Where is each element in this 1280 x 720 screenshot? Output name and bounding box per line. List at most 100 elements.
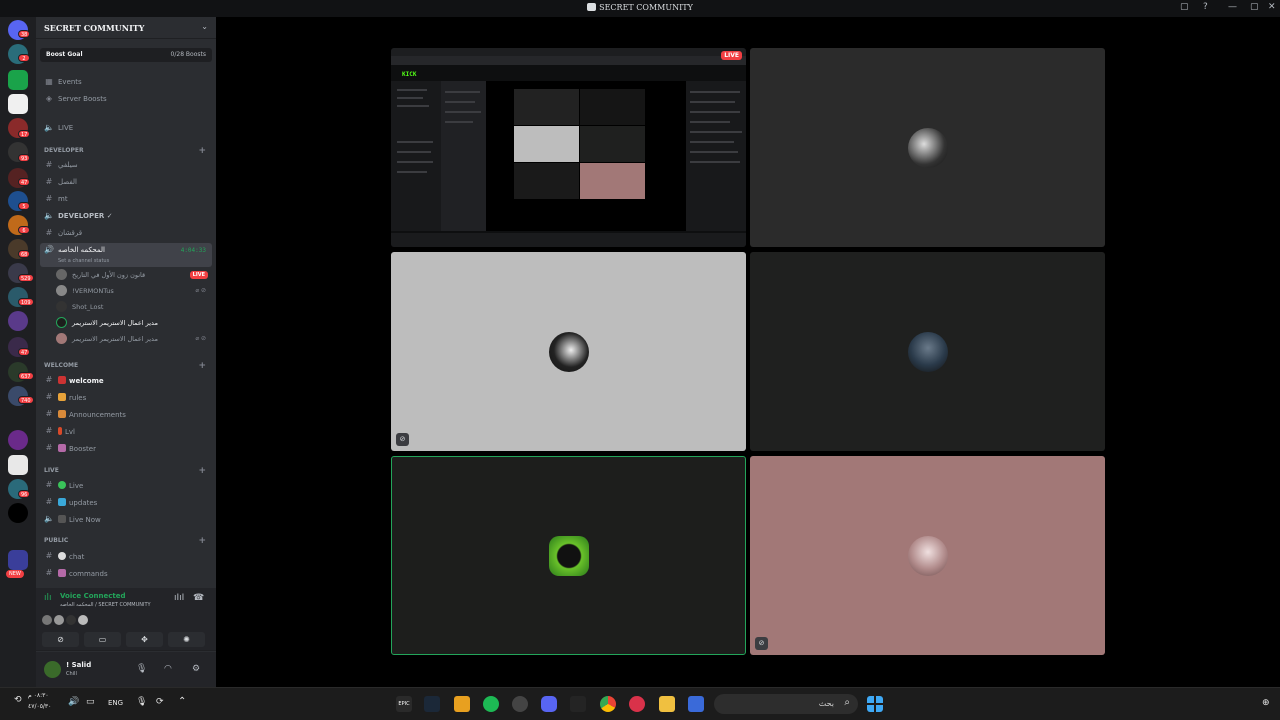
server-boosts-link[interactable]: ◈ Server Boosts xyxy=(40,92,212,107)
events-link[interactable]: ▦ Events xyxy=(40,75,212,90)
channel-label: LIVE xyxy=(58,124,74,132)
add-channel-icon[interactable]: + xyxy=(198,536,206,546)
taskbar-search[interactable]: بحث ⌕ xyxy=(714,694,858,714)
category-live[interactable]: LIVE + xyxy=(40,464,212,479)
channel-dev-1[interactable]: # سيلفي xyxy=(40,158,212,173)
boost-goal-bar[interactable]: Boost Goal 0/28 Boosts xyxy=(40,48,212,62)
category-developer[interactable]: DEVELOPER + xyxy=(40,144,212,159)
help-icon[interactable]: ? xyxy=(1203,2,1208,12)
sync-icon[interactable]: ⟳ xyxy=(156,697,164,707)
channel-booster[interactable]: # Booster xyxy=(40,441,212,456)
signal-icon[interactable]: ılı xyxy=(44,593,52,603)
gem-emoji-icon xyxy=(58,444,66,452)
network-icon[interactable]: ⟲ xyxy=(14,695,22,705)
server-icon-kick[interactable] xyxy=(8,70,28,90)
category-public[interactable]: PUBLIC + xyxy=(40,534,212,549)
channel-rules[interactable]: # rules xyxy=(40,390,212,405)
avatar[interactable] xyxy=(78,615,88,625)
avatar[interactable] xyxy=(66,615,76,625)
channel-dev-4[interactable]: 🔈 DEVELOPER ✓ xyxy=(40,209,212,224)
channel-updates[interactable]: # updates xyxy=(40,495,212,510)
channel-dev-5[interactable]: # قرقشان xyxy=(40,226,212,241)
category-welcome[interactable]: welcome + xyxy=(40,359,212,374)
windows-start-icon[interactable] xyxy=(867,696,883,712)
user-avatar[interactable] xyxy=(44,661,61,678)
channel-live[interactable]: 🔈 LIVE xyxy=(40,121,212,136)
screen-share-button[interactable]: ▭ xyxy=(84,632,121,647)
display-icon[interactable]: ▭ xyxy=(86,697,95,707)
noise-suppression-icon[interactable]: ıIıI xyxy=(174,593,184,603)
server-icon[interactable] xyxy=(8,311,28,331)
soundboard-button[interactable]: ✺ xyxy=(168,632,205,647)
activities-button[interactable]: ✥ xyxy=(126,632,163,647)
clock-time[interactable]: ٠٨:٣٠ م xyxy=(28,692,49,699)
channel-dev-2[interactable]: # الفصل xyxy=(40,175,212,190)
microphone-tray-icon[interactable]: 🎙 xyxy=(136,697,147,707)
voice-connected-label[interactable]: Voice Connected xyxy=(60,592,126,600)
server-icon[interactable] xyxy=(8,94,28,114)
server-icon[interactable] xyxy=(8,503,28,523)
disconnect-icon[interactable]: ☎ xyxy=(193,593,204,603)
settings-gear-icon[interactable]: ⚙ xyxy=(192,664,200,674)
chrome-icon[interactable] xyxy=(600,696,616,712)
app-icon[interactable] xyxy=(688,696,704,712)
avatar[interactable] xyxy=(54,615,64,625)
voice-user[interactable]: قانون زون الأول في التاريخ LIVE xyxy=(54,268,212,283)
discord-taskbar-icon[interactable] xyxy=(541,696,557,712)
add-server-icon[interactable] xyxy=(8,550,28,570)
channel-lvl[interactable]: # Lvl xyxy=(40,424,212,439)
participant-tile[interactable]: ⊘ xyxy=(750,456,1105,655)
avatar[interactable] xyxy=(42,615,52,625)
server-icon[interactable] xyxy=(8,430,28,450)
channel-status-prompt[interactable]: Set a channel status xyxy=(58,258,109,264)
notification-icon[interactable]: ⊕ xyxy=(1262,698,1270,708)
participant-tile[interactable] xyxy=(750,252,1105,451)
epic-games-icon[interactable]: EPIC xyxy=(396,696,412,712)
camera-off-button[interactable]: ⊘ xyxy=(42,632,79,647)
spotify-icon[interactable] xyxy=(483,696,499,712)
chevron-up-icon[interactable]: ⌃ xyxy=(178,696,186,707)
voice-location[interactable]: المحكمه الخاصه / SECRET COMMUNITY xyxy=(60,602,151,608)
guild-header[interactable]: SECRET COMMUNITY ⌄ xyxy=(36,17,216,39)
channel-dev-3[interactable]: # mt xyxy=(40,192,212,207)
steam-icon[interactable] xyxy=(424,696,440,712)
app-icon[interactable] xyxy=(454,696,470,712)
voice-channel-active[interactable]: 🔊 المحكمه الخاصه 4:04:33 Set a channel s… xyxy=(40,243,212,267)
minimize-button[interactable]: — xyxy=(1228,2,1237,12)
inbox-icon[interactable]: ▢ xyxy=(1180,2,1189,12)
app-icon[interactable] xyxy=(512,696,528,712)
channel-welcome[interactable]: # welcome xyxy=(40,373,212,388)
hash-icon: # xyxy=(45,375,53,384)
file-explorer-icon[interactable] xyxy=(659,696,675,712)
headphones-icon[interactable]: ◠ xyxy=(164,664,172,674)
app-icon[interactable] xyxy=(570,696,586,712)
channel-label: الفصل xyxy=(58,178,77,186)
screenshare-tile[interactable]: KICK LIVE xyxy=(391,48,746,247)
username[interactable]: ! Salid xyxy=(66,661,91,669)
add-channel-icon[interactable]: + xyxy=(198,146,206,156)
channel-live-now[interactable]: 🔈 Live Now xyxy=(40,512,212,527)
add-channel-icon[interactable]: + xyxy=(198,361,206,371)
participant-tile[interactable] xyxy=(750,48,1105,247)
server-icon[interactable] xyxy=(8,455,28,475)
search-icon: ⌕ xyxy=(844,697,850,708)
participant-tile[interactable]: ⊘ xyxy=(391,252,746,451)
voice-user[interactable]: !VERMONTus ⌀ ⊘ xyxy=(54,284,212,299)
channel-announcements[interactable]: # Announcements xyxy=(40,407,212,422)
voice-user[interactable]: مدير اعمال الاستريمر الاستريمر ⌀ ⊘ xyxy=(54,332,212,347)
add-channel-icon[interactable]: + xyxy=(198,466,206,476)
microphone-icon[interactable]: 🎙 xyxy=(136,664,147,674)
voice-user-name: مدير اعمال الاستريمر الاستريمر xyxy=(72,335,158,343)
language-indicator[interactable]: ENG xyxy=(108,699,123,707)
volume-icon[interactable]: 🔊 xyxy=(68,697,79,707)
channel-chat[interactable]: # chat xyxy=(40,549,212,564)
app-icon[interactable] xyxy=(629,696,645,712)
participant-tile-speaking[interactable] xyxy=(391,456,746,655)
channel-commands[interactable]: # commands xyxy=(40,566,212,581)
close-button[interactable]: ✕ xyxy=(1268,2,1276,12)
voice-user[interactable]: مدير اعمال الاستريمر الاستريمر xyxy=(54,316,212,331)
channel-live-text[interactable]: # Live xyxy=(40,478,212,493)
maximize-button[interactable]: ▢ xyxy=(1250,2,1259,12)
voice-user[interactable]: Shot_Lost xyxy=(54,300,212,315)
clock-date[interactable]: ٤٧/٠٥/٣٠ xyxy=(28,703,51,710)
